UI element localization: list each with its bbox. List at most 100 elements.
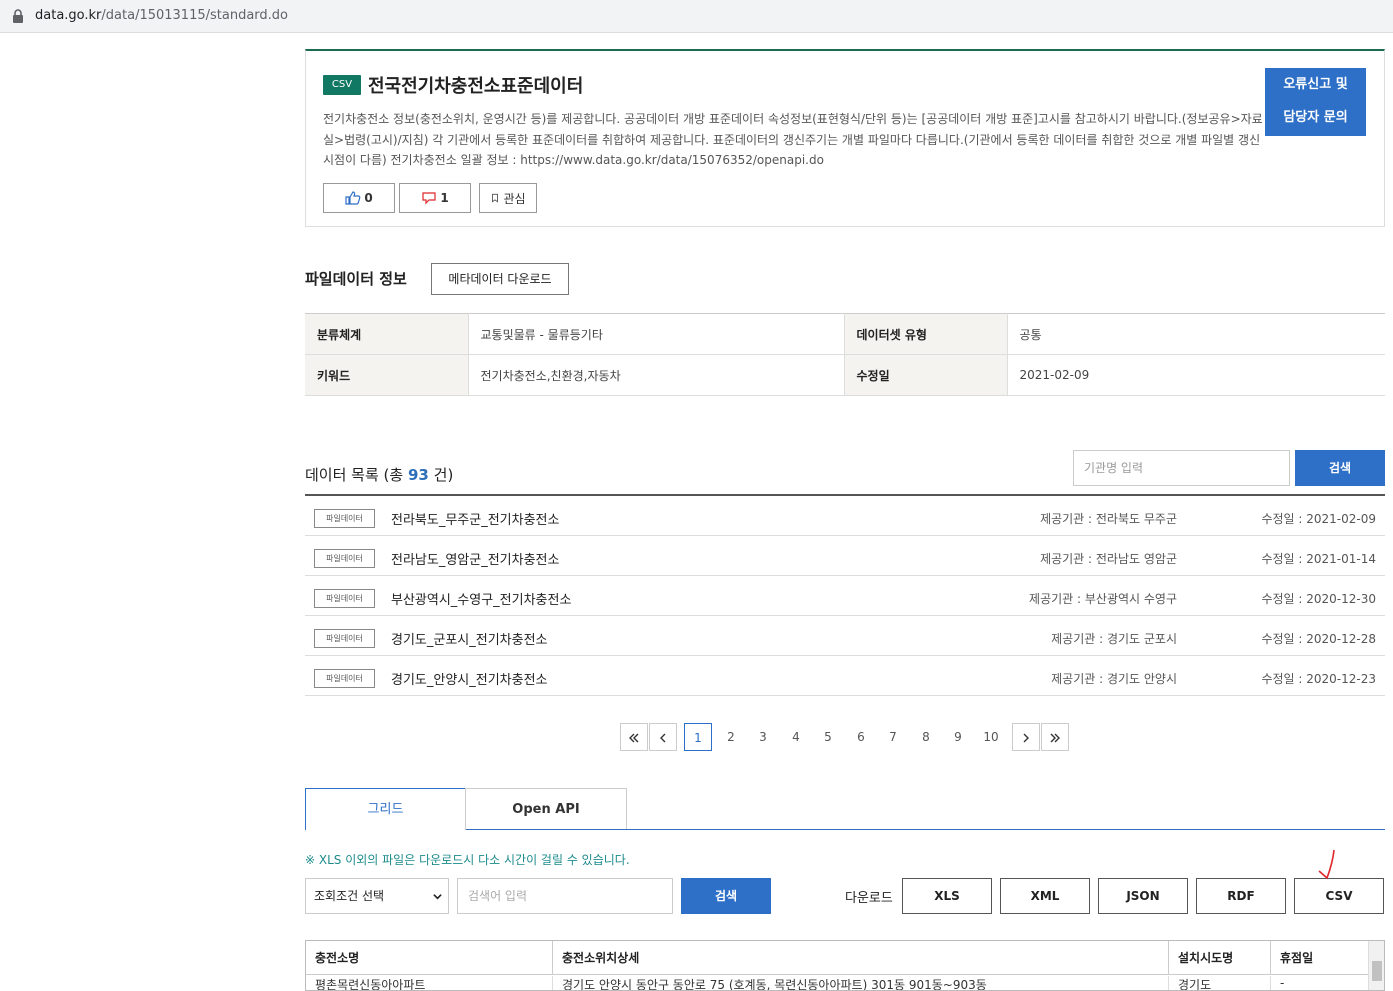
list-count: 93: [407, 466, 429, 484]
query-condition-select[interactable]: 조회조건 선택: [305, 878, 449, 914]
page-10[interactable]: 10: [978, 723, 1004, 751]
column-header[interactable]: 충전소위치상세: [553, 941, 1169, 975]
file-data-tag: 파일데이터: [314, 669, 375, 688]
item-org: 제공기관 : 전라남도 영암군: [1040, 552, 1177, 566]
report-error-button[interactable]: 오류신고 및 담당자 문의: [1265, 68, 1366, 136]
table-cell: 경기도 안양시 동안구 동안로 75 (호계동, 목련신동아아파트) 301동 …: [553, 976, 1169, 990]
double-chevron-left-icon: [629, 733, 639, 743]
data-list: 파일데이터 전라북도_무주군_전기차충전소 제공기관 : 전라북도 무주군 수정…: [305, 494, 1385, 696]
bookmark-icon: [492, 193, 499, 203]
download-xls-button[interactable]: XLS: [902, 878, 992, 914]
scroll-thumb[interactable]: [1372, 961, 1382, 981]
tab-divider: [466, 829, 1385, 830]
dislike-button[interactable]: 1: [399, 183, 471, 213]
download-label: 다운로드: [845, 891, 893, 906]
page-9[interactable]: 9: [948, 723, 968, 751]
keyword-input[interactable]: [457, 878, 673, 914]
agency-search-button[interactable]: 검색: [1295, 450, 1385, 486]
download-xml-button[interactable]: XML: [1000, 878, 1090, 914]
bookmark-button[interactable]: 관심: [479, 183, 537, 213]
info-value: 공통: [1007, 313, 1385, 355]
item-org: 제공기관 : 부산광역시 수영구: [1029, 592, 1177, 606]
download-rdf-button[interactable]: RDF: [1196, 878, 1286, 914]
like-count: 0: [364, 191, 373, 205]
file-info-table: 분류체계 교통및물류 - 물류등기타 데이터셋 유형 공통 키워드 전기차충전소…: [305, 313, 1385, 396]
info-value: 교통및물류 - 물류등기타: [468, 313, 845, 355]
info-key: 분류체계: [305, 313, 469, 355]
tab-grid[interactable]: 그리드: [305, 788, 466, 830]
info-value: 2021-02-09: [1007, 354, 1385, 396]
column-header[interactable]: 휴점일: [1271, 941, 1370, 975]
list-item[interactable]: 파일데이터 부산광역시_수영구_전기차충전소 제공기관 : 부산광역시 수영구 …: [305, 576, 1385, 616]
like-button[interactable]: 0: [323, 183, 395, 213]
grid-search-button[interactable]: 검색: [681, 878, 771, 914]
chevron-down-icon: [433, 894, 442, 900]
page-3[interactable]: 3: [753, 723, 773, 751]
table-cell: -: [1271, 976, 1370, 990]
prev-page-button[interactable]: [649, 723, 677, 751]
red-checkmark-annotation: [1318, 849, 1335, 880]
info-key: 수정일: [844, 354, 1008, 396]
address-bar[interactable]: data.go.kr/data/15013115/standard.do: [0, 0, 1393, 33]
list-item[interactable]: 파일데이터 전라북도_무주군_전기차충전소 제공기관 : 전라북도 무주군 수정…: [305, 496, 1385, 536]
info-key: 데이터셋 유형: [844, 313, 1008, 355]
page-7[interactable]: 7: [883, 723, 903, 751]
next-page-button[interactable]: [1012, 723, 1040, 751]
metadata-download-button[interactable]: 메타데이터 다운로드: [431, 263, 569, 295]
list-item[interactable]: 파일데이터 경기도_안양시_전기차충전소 제공기관 : 경기도 안양시 수정일 …: [305, 656, 1385, 696]
report-line-1: 오류신고 및: [1283, 77, 1348, 92]
thumbs-up-icon: [345, 191, 361, 205]
tab-open-api[interactable]: Open API: [465, 788, 627, 830]
item-date: 수정일 : 2021-02-09: [1261, 512, 1376, 526]
last-page-button[interactable]: [1041, 723, 1069, 751]
select-value: 조회조건 선택: [314, 889, 385, 903]
item-org: 제공기관 : 경기도 안양시: [1051, 672, 1177, 686]
page-1[interactable]: 1: [684, 723, 712, 751]
list-title-suffix: 건): [433, 466, 454, 484]
dislike-count: 1: [440, 191, 449, 205]
url-text[interactable]: data.go.kr/data/15013115/standard.do: [35, 8, 288, 23]
item-date: 수정일 : 2020-12-23: [1261, 672, 1376, 686]
item-title[interactable]: 경기도_군포시_전기차충전소: [391, 629, 548, 648]
first-page-button[interactable]: [620, 723, 648, 751]
chevron-left-icon: [660, 733, 666, 743]
chevron-right-icon: [1023, 733, 1029, 743]
report-line-2: 담당자 문의: [1283, 110, 1348, 125]
download-csv-button[interactable]: CSV: [1294, 878, 1384, 914]
file-data-tag: 파일데이터: [314, 549, 375, 568]
item-title[interactable]: 전라북도_무주군_전기차충전소: [391, 509, 559, 528]
agency-search-input[interactable]: [1073, 450, 1290, 486]
page-title: 전국전기차충전소표준데이터: [368, 76, 584, 97]
bookmark-label: 관심: [503, 191, 526, 206]
table-cell: 평촌목련신동아아파트: [306, 976, 553, 990]
download-json-button[interactable]: JSON: [1098, 878, 1188, 914]
file-info-title: 파일데이터 정보: [305, 270, 407, 288]
file-data-tag: 파일데이터: [314, 509, 375, 528]
table-cell: 경기도: [1169, 976, 1271, 990]
file-data-tag: 파일데이터: [314, 629, 375, 648]
page-8[interactable]: 8: [916, 723, 936, 751]
info-row: 키워드 전기차충전소,친환경,자동차 수정일 2021-02-09: [305, 354, 1385, 396]
list-item[interactable]: 파일데이터 경기도_군포시_전기차충전소 제공기관 : 경기도 군포시 수정일 …: [305, 616, 1385, 656]
grid-header: 충전소명 충전소위치상세 설치시도명 휴점일: [306, 941, 1384, 975]
item-title[interactable]: 전라남도_영암군_전기차충전소: [391, 549, 559, 568]
column-header[interactable]: 충전소명: [306, 941, 553, 975]
grid-scrollbar[interactable]: [1368, 941, 1384, 990]
item-title[interactable]: 부산광역시_수영구_전기차충전소: [391, 589, 571, 608]
speech-bubble-icon: [422, 192, 436, 205]
column-header[interactable]: 설치시도명: [1169, 941, 1271, 975]
list-item[interactable]: 파일데이터 전라남도_영암군_전기차충전소 제공기관 : 전라남도 영암군 수정…: [305, 536, 1385, 576]
format-badge: CSV: [323, 75, 361, 95]
item-title[interactable]: 경기도_안양시_전기차충전소: [391, 669, 548, 688]
page-2[interactable]: 2: [721, 723, 741, 751]
item-org: 제공기관 : 전라북도 무주군: [1040, 512, 1177, 526]
page-4[interactable]: 4: [786, 723, 806, 751]
dataset-header-card: CSV 전국전기차충전소표준데이터 전기차충전소 정보(충전소위치, 운영시간 …: [305, 49, 1385, 227]
page-6[interactable]: 6: [851, 723, 871, 751]
item-date: 수정일 : 2021-01-14: [1261, 552, 1376, 566]
page-5[interactable]: 5: [818, 723, 838, 751]
info-value: 전기차충전소,친환경,자동차: [468, 354, 845, 396]
data-grid[interactable]: 충전소명 충전소위치상세 설치시도명 휴점일 평촌목련신동아아파트 경기도 안양…: [305, 940, 1385, 991]
item-date: 수정일 : 2020-12-28: [1261, 632, 1376, 646]
table-row[interactable]: 평촌목련신동아아파트 경기도 안양시 동안구 동안로 75 (호계동, 목련신동…: [306, 976, 1384, 990]
